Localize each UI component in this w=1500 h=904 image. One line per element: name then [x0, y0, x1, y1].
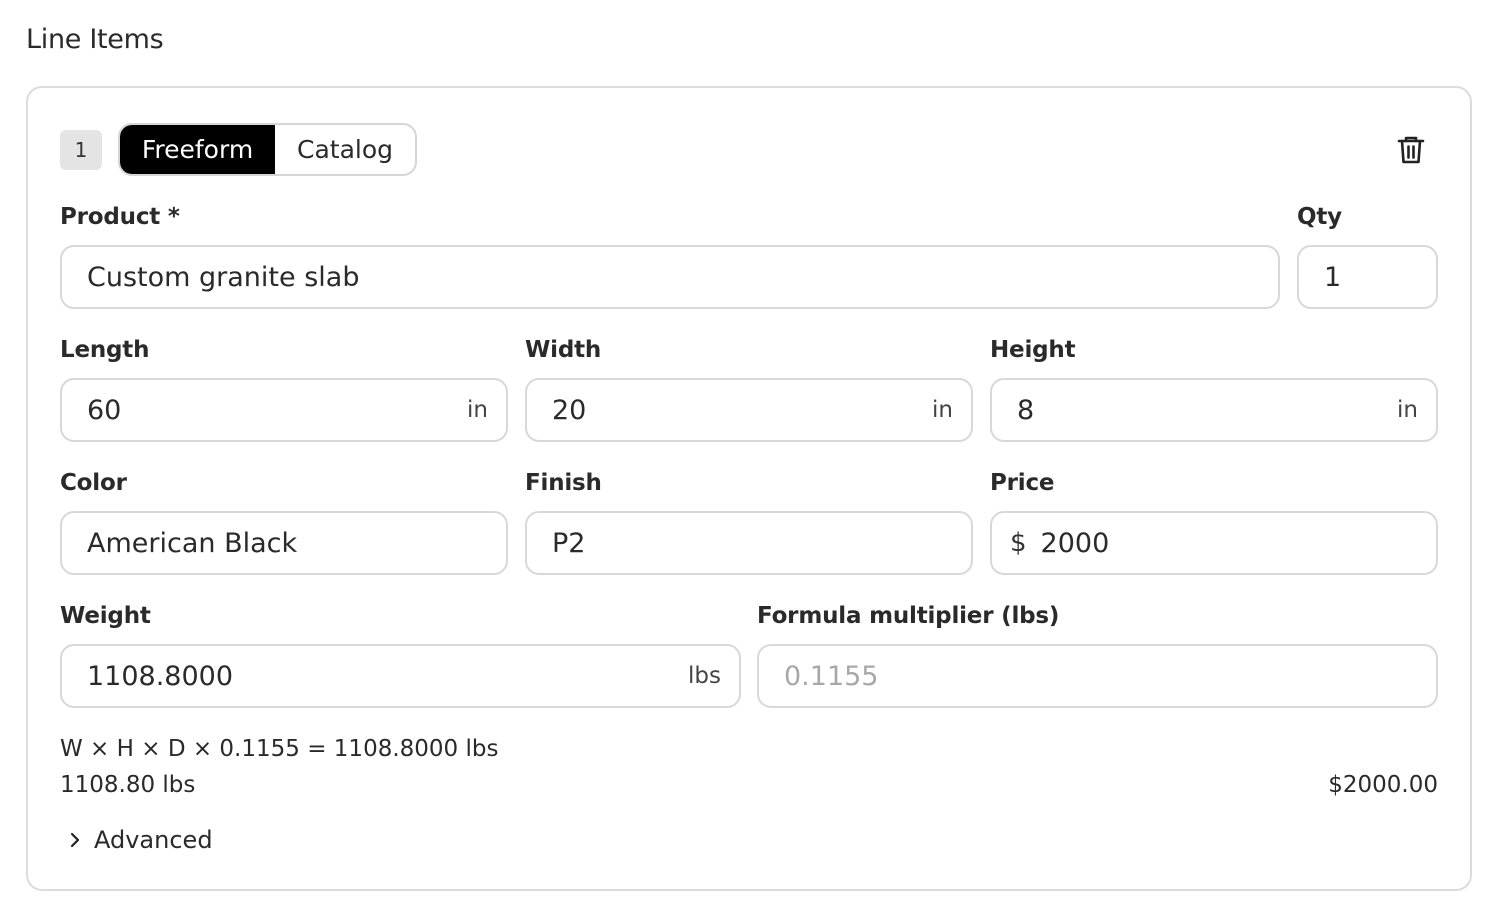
weight-unit: lbs — [688, 663, 721, 689]
length-unit: in — [467, 397, 488, 423]
height-unit: in — [1397, 397, 1418, 423]
height-input[interactable]: 8 in — [990, 378, 1438, 442]
weight-formula-text: W × H × D × 0.1155 = 1108.8000 lbs — [60, 736, 499, 762]
qty-input[interactable]: 1 — [1297, 245, 1438, 309]
price-value: 2000 — [1040, 527, 1110, 559]
section-title: Line Items — [26, 24, 164, 55]
length-input[interactable]: 60 in — [60, 378, 508, 442]
height-value: 8 — [1017, 394, 1035, 426]
product-input[interactable]: Custom granite slab — [60, 245, 1280, 309]
product-value: Custom granite slab — [87, 261, 360, 293]
finish-input[interactable]: P2 — [525, 511, 973, 575]
length-label: Length — [60, 337, 150, 363]
price-input[interactable]: $ 2000 — [990, 511, 1438, 575]
qty-value: 1 — [1324, 261, 1342, 293]
finish-label: Finish — [525, 470, 602, 496]
mode-freeform-button[interactable]: Freeform — [120, 125, 275, 174]
product-label: Product * — [60, 204, 180, 230]
finish-value: P2 — [552, 527, 586, 559]
width-unit: in — [932, 397, 953, 423]
color-input[interactable]: American Black — [60, 511, 508, 575]
chevron-right-icon — [64, 829, 86, 851]
advanced-label: Advanced — [94, 826, 213, 854]
weight-summary: 1108.80 lbs — [60, 772, 196, 798]
price-label: Price — [990, 470, 1055, 496]
formula-multiplier-placeholder: 0.1155 — [784, 660, 879, 692]
color-label: Color — [60, 470, 127, 496]
trash-icon — [1397, 136, 1425, 164]
weight-input[interactable]: 1108.8000 lbs — [60, 644, 741, 708]
qty-label: Qty — [1297, 204, 1342, 230]
price-currency-prefix: $ — [1010, 528, 1027, 558]
price-summary: $2000.00 — [1328, 772, 1438, 798]
advanced-toggle[interactable]: Advanced — [64, 826, 213, 854]
line-item-index-badge: 1 — [60, 130, 102, 170]
length-value: 60 — [87, 394, 122, 426]
mode-catalog-button[interactable]: Catalog — [275, 125, 415, 174]
delete-line-item-button[interactable] — [1394, 132, 1428, 168]
weight-value: 1108.8000 — [87, 660, 234, 692]
width-label: Width — [525, 337, 602, 363]
line-item-card: 1 Freeform Catalog Product * Custom gran… — [26, 86, 1472, 891]
height-label: Height — [990, 337, 1076, 363]
color-value: American Black — [87, 527, 298, 559]
width-input[interactable]: 20 in — [525, 378, 973, 442]
weight-label: Weight — [60, 603, 151, 629]
formula-multiplier-input[interactable]: 0.1155 — [757, 644, 1438, 708]
width-value: 20 — [552, 394, 587, 426]
formula-multiplier-label: Formula multiplier (lbs) — [757, 603, 1060, 629]
item-mode-toggle: Freeform Catalog — [118, 123, 417, 176]
